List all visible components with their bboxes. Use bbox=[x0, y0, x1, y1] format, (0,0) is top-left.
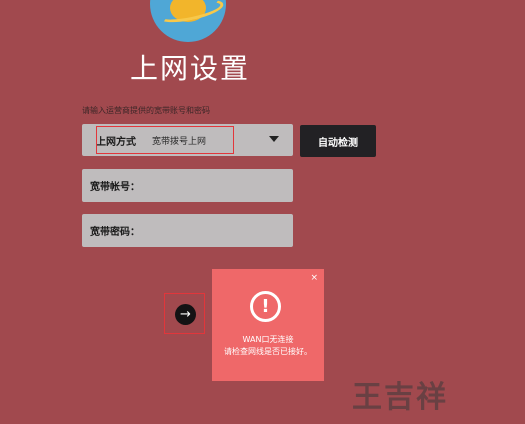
arrow-right-icon[interactable]: → bbox=[175, 304, 196, 325]
account-field[interactable]: 宽带帐号： bbox=[82, 169, 293, 202]
planet-logo-icon bbox=[150, 0, 226, 42]
page-title: 上网设置 bbox=[130, 52, 251, 85]
popup-message-line1: WAN口无连接 bbox=[242, 335, 294, 344]
watermark: 王吉祥 bbox=[352, 380, 448, 415]
planet-ring bbox=[156, 0, 226, 27]
connection-type-value: 宽带拨号上网 bbox=[152, 136, 207, 147]
chevron-down-icon[interactable] bbox=[269, 136, 279, 142]
error-popup: × ! WAN口无连接 请检查网线是否已接好。 bbox=[212, 269, 324, 381]
connection-type-select[interactable]: 上网方式 宽带拨号上网 bbox=[82, 124, 293, 156]
popup-message-line2: 请检查网线是否已接好。 bbox=[224, 347, 312, 356]
alert-icon: ! bbox=[250, 291, 281, 322]
account-label: 宽带帐号： bbox=[90, 182, 140, 193]
password-label: 宽带密码： bbox=[90, 227, 140, 238]
connection-type-label: 上网方式 bbox=[96, 136, 136, 148]
form-hint: 请输入运营商提供的宽带账号和密码 bbox=[82, 106, 210, 115]
password-field[interactable]: 宽带密码： bbox=[82, 214, 293, 247]
close-icon[interactable]: × bbox=[310, 274, 318, 283]
next-button-highlight: → bbox=[164, 293, 205, 334]
auto-detect-button[interactable]: 自动检测 bbox=[300, 125, 376, 157]
